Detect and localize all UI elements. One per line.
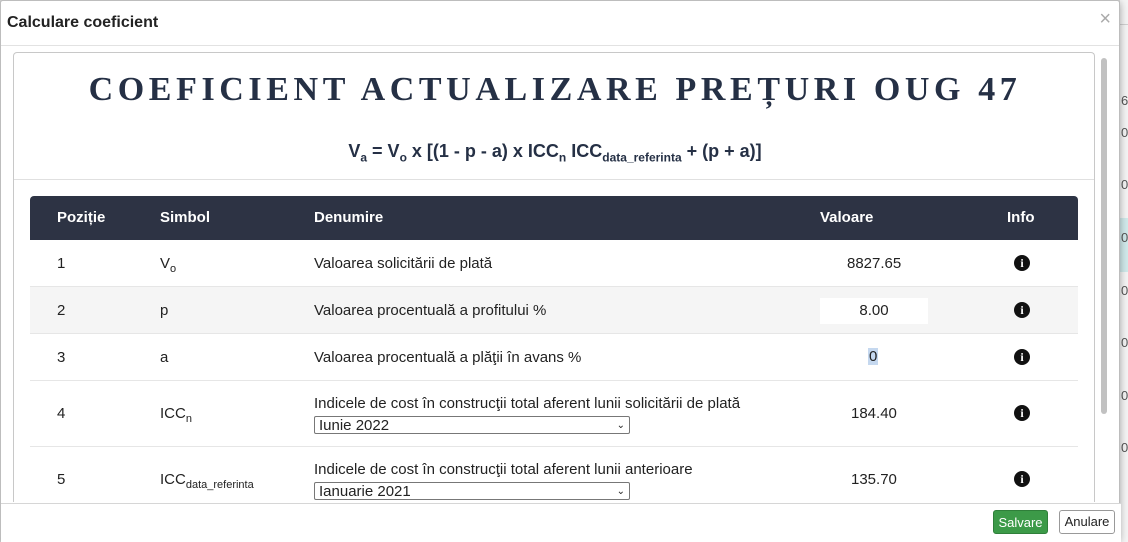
formula-part: V xyxy=(348,141,361,161)
row-symbol: ICCdata_referinta xyxy=(160,471,254,491)
dialog-titlebar: Calculare coeficient × xyxy=(1,1,1119,46)
table-header: Poziție Simbol Denumire Valoare Info xyxy=(30,196,1078,240)
formula-part: ICC xyxy=(566,141,603,161)
row-position: 2 xyxy=(57,302,66,319)
column-header-valoare: Valoare xyxy=(820,209,874,226)
background-glyph: 0 xyxy=(1121,440,1128,455)
background-glyph: 0 xyxy=(1121,230,1128,245)
symbol-sub: data_referinta xyxy=(185,479,254,491)
info-icon[interactable]: i xyxy=(1014,405,1030,421)
row-value: 184.40 xyxy=(851,405,897,422)
advance-percent-input[interactable]: 0 xyxy=(868,348,879,365)
background-glyph: 0 xyxy=(1121,283,1128,298)
symbol-sub: o xyxy=(170,263,177,275)
column-header-info: Info xyxy=(1007,209,1035,226)
row-name: Indicele de cost în construcţii total af… xyxy=(314,461,693,478)
row-symbol: p xyxy=(160,302,168,319)
table-row: 4 ICCn Indicele de cost în construcţii t… xyxy=(30,381,1078,447)
row-position: 1 xyxy=(57,255,66,272)
row-position: 5 xyxy=(57,471,66,488)
table-row: 1 Vo Valoarea solicitării de plată 8827.… xyxy=(30,240,1078,287)
symbol-text: V xyxy=(160,255,171,272)
month-select-current[interactable]: Iunie 2022 ⌄ xyxy=(314,416,630,434)
cancel-button[interactable]: Anulare xyxy=(1059,510,1115,534)
background-glyph: 0 xyxy=(1121,388,1128,403)
row-name: Valoarea procentuală a profitului % xyxy=(314,302,547,319)
info-icon[interactable]: i xyxy=(1014,471,1030,487)
background-glyph: 0 xyxy=(1121,125,1128,140)
background-divider xyxy=(1120,24,1128,25)
dialog-footer: Salvare Anulare xyxy=(1,503,1121,542)
formula-part: = V xyxy=(367,141,400,161)
background-glyph: 0 xyxy=(1121,335,1128,350)
symbol-text: ICC xyxy=(160,405,186,422)
row-symbol: ICCn xyxy=(160,405,192,425)
table-row: 5 ICCdata_referinta Indicele de cost în … xyxy=(30,447,1078,502)
column-header-pozitie: Poziție xyxy=(57,209,106,226)
formula: Va = Vo x [(1 - p - a) x ICCn ICCdata_re… xyxy=(14,141,1094,165)
page-title: COEFICIENT ACTUALIZARE PREȚURI OUG 47 xyxy=(88,71,1022,108)
chevron-down-icon: ⌄ xyxy=(616,486,625,497)
dialog-title: Calculare coeficient xyxy=(7,14,159,31)
background-page-strip: 6 0 0 0 0 0 0 0 xyxy=(1120,0,1128,542)
row-value: 135.70 xyxy=(851,471,897,488)
symbol-text: p xyxy=(160,302,169,319)
save-button[interactable]: Salvare xyxy=(993,510,1048,534)
coefficient-panel: COEFICIENT ACTUALIZARE PREȚURI OUG 47 Va… xyxy=(13,52,1095,502)
background-highlight-row xyxy=(1120,218,1128,272)
symbol-text: ICC xyxy=(160,471,186,488)
row-position: 3 xyxy=(57,349,66,366)
calculare-coeficient-dialog: Calculare coeficient × COEFICIENT ACTUAL… xyxy=(0,0,1121,542)
formula-sub: data_referinta xyxy=(602,150,682,165)
row-name: Valoarea solicitării de plată xyxy=(314,255,493,272)
row-symbol: a xyxy=(160,349,168,366)
formula-part: x [(1 - p - a) x ICC xyxy=(406,141,559,161)
divider xyxy=(14,179,1094,180)
profit-percent-input[interactable]: 8.00 xyxy=(820,298,928,324)
select-value: Ianuarie 2021 xyxy=(319,483,411,500)
formula-sub: o xyxy=(399,150,407,165)
column-header-denumire: Denumire xyxy=(314,209,384,226)
symbol-text: a xyxy=(160,349,169,366)
row-position: 4 xyxy=(57,405,66,422)
month-select-reference[interactable]: Ianuarie 2021 ⌄ xyxy=(314,482,630,500)
column-header-simbol: Simbol xyxy=(160,209,211,226)
table-row: 2 p Valoarea procentuală a profitului % … xyxy=(30,287,1078,334)
background-glyph: 6 xyxy=(1121,93,1128,108)
select-value: Iunie 2022 xyxy=(319,417,390,434)
info-icon[interactable]: i xyxy=(1014,302,1030,318)
row-name: Indicele de cost în construcţii total af… xyxy=(314,395,741,412)
formula-part: + (p + a)] xyxy=(681,141,762,161)
row-name: Valoarea procentuală a plăţii în avans % xyxy=(314,349,582,366)
row-value: 8827.65 xyxy=(847,255,902,272)
chevron-down-icon: ⌄ xyxy=(616,420,625,431)
symbol-sub: n xyxy=(185,413,192,425)
close-icon[interactable]: × xyxy=(1099,9,1111,29)
row-symbol: Vo xyxy=(160,255,176,275)
info-icon[interactable]: i xyxy=(1014,349,1030,365)
table-row: 3 a Valoarea procentuală a plăţii în ava… xyxy=(30,334,1078,381)
background-glyph: 0 xyxy=(1121,177,1128,192)
scrollbar-thumb[interactable] xyxy=(1101,58,1107,414)
scrollbar[interactable] xyxy=(1098,54,1110,500)
info-icon[interactable]: i xyxy=(1014,255,1030,271)
